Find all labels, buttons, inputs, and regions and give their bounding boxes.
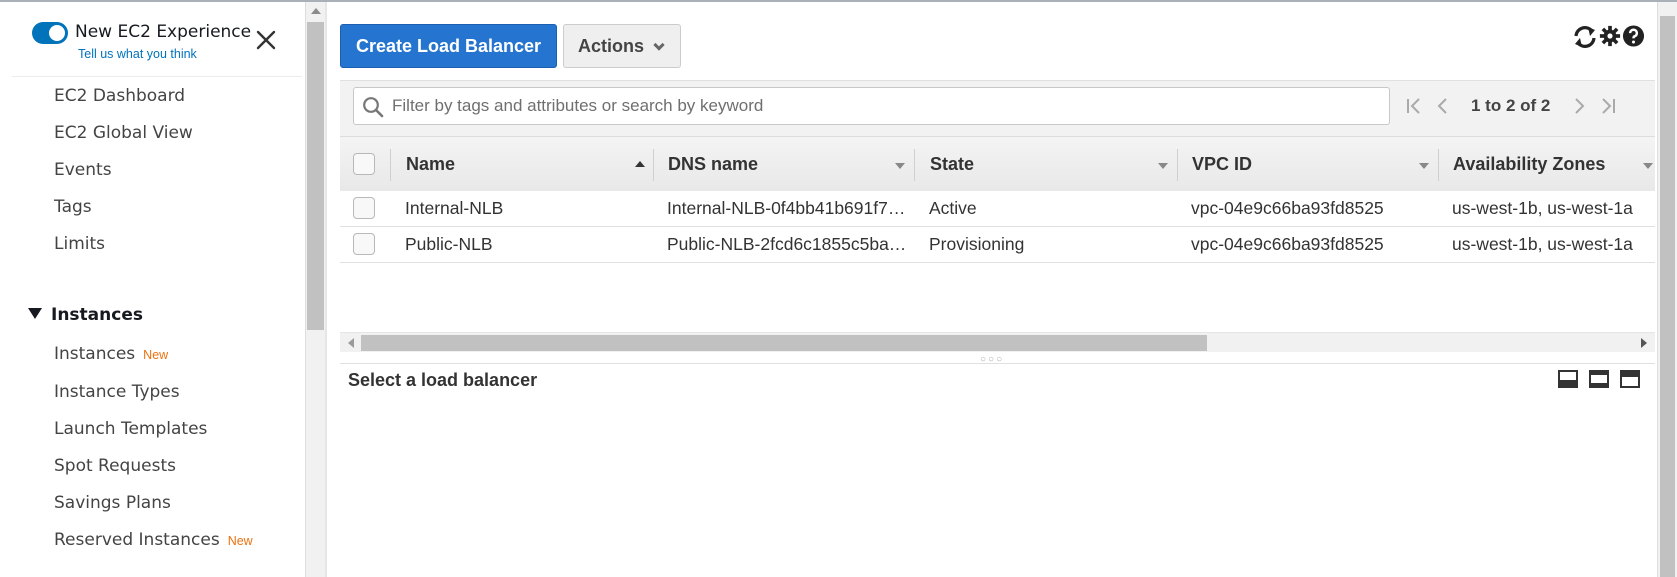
horizontal-scrollbar-thumb[interactable] (361, 335, 1207, 351)
column-header-vpc-id[interactable]: VPC ID (1192, 137, 1252, 192)
detail-pane-title: Select a load balancer (348, 370, 538, 390)
sidebar-item-instance-types[interactable]: Instance Types (54, 382, 180, 402)
table-row[interactable]: Public-NLB Public-NLB-2fcd6c1855c5ba… Pr… (340, 227, 1655, 263)
page-scrollbar[interactable] (1657, 2, 1677, 577)
sort-icon[interactable] (1643, 163, 1653, 169)
sidebar-item-instances[interactable]: Instances New (54, 344, 168, 364)
toolbar-icons (1572, 24, 1645, 55)
actions-label: Actions (578, 36, 645, 56)
table-horizontal-scrollbar[interactable] (340, 332, 1655, 352)
new-badge: New (143, 348, 169, 362)
column-header-dns-name[interactable]: DNS name (668, 137, 758, 192)
grip-icon: ○○○ (980, 354, 1005, 365)
column-divider (653, 149, 654, 181)
filter-bar: 1 to 2 of 2 (340, 80, 1655, 136)
sidebar: New EC2 Experience Tell us what you thin… (0, 2, 305, 577)
select-all-checkbox[interactable] (353, 153, 375, 175)
cell-vpc-id: vpc-04e9c66ba93fd8525 (1191, 198, 1384, 218)
close-icon[interactable] (254, 28, 278, 52)
row-checkbox[interactable] (353, 233, 375, 255)
first-page-icon[interactable] (1405, 96, 1423, 116)
cell-state: Active (929, 198, 977, 218)
sidebar-section-instances[interactable]: Instances (28, 305, 143, 325)
page-scrollbar-thumb[interactable] (1660, 16, 1675, 577)
column-header-state[interactable]: State (930, 137, 974, 192)
sidebar-scrollbar[interactable] (305, 2, 325, 577)
cell-name: Internal-NLB (405, 198, 504, 218)
new-experience-title: New EC2 Experience (75, 22, 252, 42)
sort-icon[interactable] (1419, 163, 1429, 169)
new-experience-toggle[interactable] (32, 22, 68, 44)
actions-dropdown-button[interactable]: Actions (563, 24, 681, 68)
sidebar-section-label: Instances (51, 305, 143, 325)
sidebar-item-events[interactable]: Events (54, 160, 112, 180)
scroll-right-icon[interactable] (1641, 338, 1647, 348)
column-header-name[interactable]: Name (406, 137, 455, 192)
chevron-down-icon (653, 39, 665, 51)
column-header-availability-zones[interactable]: Availability Zones (1453, 137, 1605, 192)
cell-availability-zones: us-west-1b, us-west-1a (1452, 234, 1633, 254)
toggle-knob (49, 25, 65, 41)
sidebar-scrollbar-thumb[interactable] (307, 22, 324, 330)
panel-split-handle[interactable]: ○○○ (340, 353, 1655, 365)
sidebar-item-tags[interactable]: Tags (54, 197, 92, 217)
create-load-balancer-button[interactable]: Create Load Balancer (340, 24, 557, 68)
sidebar-item-savings-plans[interactable]: Savings Plans (54, 493, 171, 513)
sort-icon[interactable] (895, 163, 905, 169)
search-box[interactable] (353, 87, 1390, 125)
refresh-icon[interactable] (1572, 24, 1598, 55)
column-divider (390, 149, 391, 181)
layout-split-pane-icon[interactable] (1589, 370, 1609, 388)
sidebar-item-ec2-global-view[interactable]: EC2 Global View (54, 123, 193, 143)
sidebar-item-label: Instances (54, 344, 136, 364)
cell-name: Public-NLB (405, 234, 493, 254)
pagination-text: 1 to 2 of 2 (1471, 96, 1551, 115)
next-page-icon[interactable] (1573, 96, 1587, 116)
scroll-left-icon[interactable] (348, 338, 354, 348)
sidebar-item-launch-templates[interactable]: Launch Templates (54, 419, 207, 439)
sidebar-item-spot-requests[interactable]: Spot Requests (54, 456, 176, 476)
pagination: 1 to 2 of 2 (1405, 87, 1655, 125)
layout-bottom-pane-icon[interactable] (1558, 370, 1578, 388)
cell-dns-name: Public-NLB-2fcd6c1855c5ba… (667, 234, 907, 254)
new-experience-banner: New EC2 Experience Tell us what you thin… (12, 2, 302, 77)
sidebar-item-label: Reserved Instances (54, 530, 220, 550)
main-panel-edge (325, 2, 327, 577)
column-divider (1438, 149, 1439, 181)
sort-icon[interactable] (1158, 163, 1168, 169)
cell-state: Provisioning (929, 234, 1025, 254)
sort-ascending-icon[interactable] (635, 161, 645, 167)
new-badge: New (227, 534, 253, 548)
column-divider (1177, 149, 1178, 181)
layout-top-pane-icon[interactable] (1620, 370, 1640, 388)
caret-down-icon (28, 307, 42, 319)
sidebar-item-ec2-dashboard[interactable]: EC2 Dashboard (54, 86, 185, 106)
table-row[interactable]: Internal-NLB Internal-NLB-0f4bb41b691f7…… (340, 191, 1655, 227)
row-checkbox[interactable] (353, 197, 375, 219)
cell-availability-zones: us-west-1b, us-west-1a (1452, 198, 1633, 218)
help-icon[interactable] (1622, 24, 1645, 53)
feedback-link[interactable]: Tell us what you think (78, 47, 197, 61)
column-divider (914, 149, 915, 181)
search-input[interactable] (392, 88, 1382, 124)
sidebar-item-reserved-instances[interactable]: Reserved Instances New (54, 530, 253, 550)
pane-layout-controls (1558, 370, 1644, 390)
previous-page-icon[interactable] (1435, 96, 1449, 116)
cell-vpc-id: vpc-04e9c66ba93fd8525 (1191, 234, 1384, 254)
gear-icon[interactable] (1599, 24, 1621, 53)
table-header: Name DNS name State VPC ID Availability … (340, 136, 1655, 192)
search-icon (362, 96, 384, 118)
scroll-up-icon[interactable] (311, 8, 321, 14)
cell-dns-name: Internal-NLB-0f4bb41b691f7… (667, 198, 906, 218)
sidebar-item-limits[interactable]: Limits (54, 234, 105, 254)
last-page-icon[interactable] (1599, 96, 1617, 116)
